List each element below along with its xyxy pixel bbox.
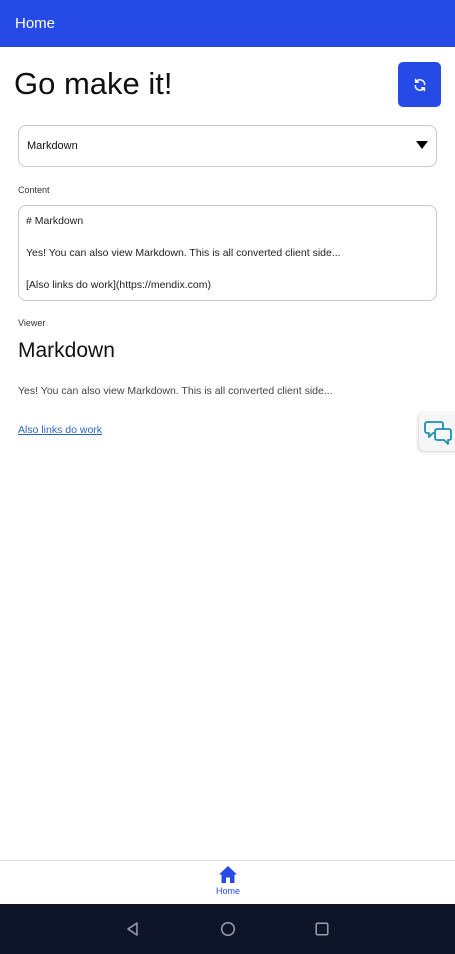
format-select-value: Markdown — [27, 140, 78, 152]
viewer-heading: Markdown — [18, 339, 115, 362]
viewer-label: Viewer — [18, 318, 46, 328]
tab-home-label: Home — [215, 886, 240, 896]
content-line: # Markdown — [26, 215, 84, 227]
triangle-back-icon[interactable] — [125, 921, 141, 937]
bottom-tab-bar: Home — [0, 860, 455, 904]
viewer-link[interactable]: Also links do work — [18, 424, 102, 437]
refresh-button[interactable] — [398, 62, 441, 107]
tab-home[interactable]: Home — [205, 865, 251, 903]
caret-down-icon — [416, 141, 428, 149]
content-textarea[interactable]: # Markdown Yes! You can also view Markdo… — [18, 205, 437, 301]
circle-home-icon[interactable] — [220, 921, 236, 937]
refresh-icon — [414, 78, 425, 91]
square-recent-icon[interactable] — [314, 921, 330, 937]
house-icon — [219, 866, 237, 883]
content-line: [Also links do work](https://mendix.com) — [26, 279, 211, 291]
top-app-bar: Home — [0, 0, 455, 47]
header-title: Home — [15, 15, 56, 32]
chat-button[interactable] — [419, 412, 455, 451]
content-label: Content — [18, 185, 50, 195]
content-line: Yes! You can also view Markdown. This is… — [26, 247, 341, 259]
chat-bubbles-icon — [424, 420, 452, 445]
page-title: Go make it! — [14, 66, 173, 101]
viewer-paragraph: Yes! You can also view Markdown. This is… — [18, 385, 333, 397]
system-nav-bar — [0, 904, 455, 954]
format-select[interactable]: Markdown — [18, 125, 437, 167]
